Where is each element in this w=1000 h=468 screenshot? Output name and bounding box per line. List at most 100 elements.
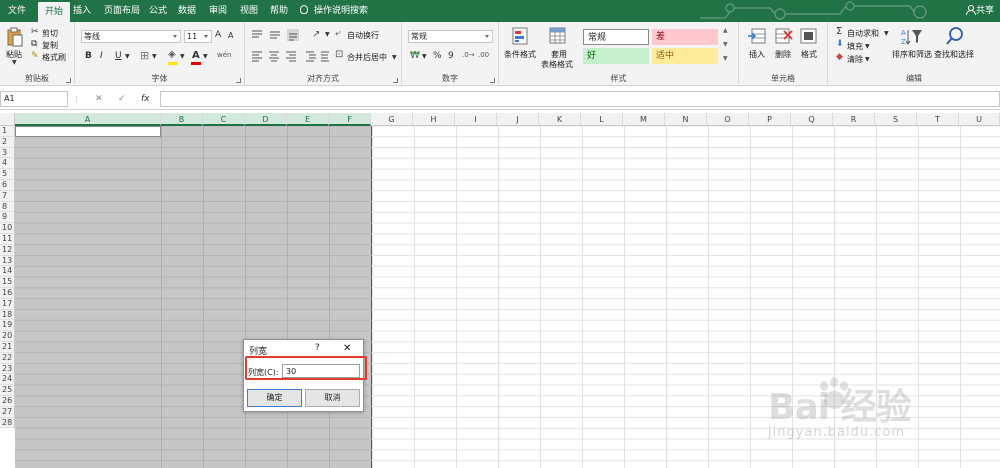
column-header-k[interactable]: K (539, 113, 581, 126)
column-header-n[interactable]: N (665, 113, 707, 126)
tab-review[interactable]: 审阅 (209, 0, 227, 22)
help-icon[interactable]: ? (315, 343, 320, 353)
cancel-entry-button[interactable]: ✕ (95, 91, 103, 107)
tell-me-search[interactable]: 操作说明搜索 (300, 0, 368, 22)
font-launcher-icon[interactable] (236, 78, 241, 83)
row-header-13[interactable]: 13 (0, 255, 15, 267)
style-bad[interactable]: 差 (652, 29, 718, 45)
row-header-24[interactable]: 24 (0, 374, 15, 386)
select-all-corner[interactable] (0, 113, 15, 126)
cancel-button[interactable]: 取消 (305, 389, 360, 407)
row-header-15[interactable]: 15 (0, 277, 15, 288)
row-header-17[interactable]: 17 (0, 298, 15, 310)
orientation-dropdown-icon[interactable]: ▼ (325, 31, 330, 38)
clipboard-launcher-icon[interactable] (66, 78, 71, 83)
row-header-3[interactable]: 3 (0, 147, 15, 159)
autosum-button[interactable]: 自动求和 (847, 28, 879, 39)
fill-button[interactable]: 填充 (847, 41, 863, 52)
format-as-table-line2[interactable]: 表格格式 (541, 59, 573, 70)
tab-page-layout[interactable]: 页面布局 (104, 0, 140, 22)
column-header-d[interactable]: D (245, 113, 287, 126)
tab-view[interactable]: 视图 (240, 0, 258, 22)
column-header-s[interactable]: S (875, 113, 917, 126)
insert-cells-button[interactable]: 插入 (749, 49, 765, 60)
percent-button[interactable]: % (433, 51, 442, 61)
column-header-b[interactable]: B (161, 113, 203, 126)
row-header-2[interactable]: 2 (0, 136, 15, 148)
copy-button[interactable]: 复制 (42, 40, 58, 51)
row-header-9[interactable]: 9 (0, 212, 15, 224)
style-normal[interactable]: 常规 (583, 29, 649, 45)
enter-entry-button[interactable]: ✓ (118, 91, 126, 107)
underline-dropdown-icon[interactable]: ▼ (125, 53, 130, 60)
column-header-h[interactable]: H (413, 113, 455, 126)
cut-button[interactable]: 剪切 (42, 28, 58, 39)
font-color-dropdown-icon[interactable]: ▼ (203, 53, 208, 60)
row-header-16[interactable]: 16 (0, 288, 15, 299)
find-select-button[interactable]: 查找和选择 (934, 49, 974, 60)
accounting-dropdown-icon[interactable]: ▼ (422, 53, 427, 60)
row-header-1[interactable]: 1 (0, 126, 15, 137)
column-header-a[interactable]: A (15, 113, 161, 126)
number-launcher-icon[interactable] (490, 78, 495, 83)
style-neutral[interactable]: 适中 (652, 48, 718, 64)
row-header-12[interactable]: 12 (0, 244, 15, 256)
style-good[interactable]: 好 (583, 48, 649, 64)
row-header-26[interactable]: 26 (0, 396, 15, 407)
row-header-23[interactable]: 23 (0, 363, 15, 375)
fill-dropdown-icon[interactable]: ▼ (865, 43, 870, 50)
clear-dropdown-icon[interactable]: ▼ (865, 56, 870, 63)
column-header-j[interactable]: J (497, 113, 539, 126)
row-header-28[interactable]: 28 (0, 417, 15, 429)
row-header-10[interactable]: 10 (0, 223, 15, 234)
column-header-f[interactable]: F (329, 113, 371, 126)
font-size-select[interactable]: 11 (184, 30, 212, 43)
column-header-r[interactable]: R (833, 113, 875, 126)
row-header-19[interactable]: 19 (0, 320, 15, 332)
phonetic-guide-icon[interactable]: wén (217, 51, 231, 59)
alignment-launcher-icon[interactable] (393, 78, 398, 83)
bold-button[interactable]: B (85, 51, 92, 61)
horizontal-align-icons[interactable] (251, 50, 331, 62)
column-header-t[interactable]: T (917, 113, 959, 126)
row-header-6[interactable]: 6 (0, 180, 15, 191)
column-header-e[interactable]: E (287, 113, 329, 126)
fill-color-icon[interactable]: ◈ (168, 49, 176, 60)
column-header-p[interactable]: P (749, 113, 791, 126)
row-header-18[interactable]: 18 (0, 309, 15, 321)
borders-dropdown-icon[interactable]: ▼ (152, 53, 157, 60)
sort-filter-button[interactable]: 排序和筛选 (892, 49, 932, 60)
row-header-4[interactable]: 4 (0, 158, 15, 170)
row-header-14[interactable]: 14 (0, 266, 15, 278)
italic-button[interactable]: I (100, 51, 103, 61)
row-header-21[interactable]: 21 (0, 342, 15, 353)
tab-formulas[interactable]: 公式 (149, 0, 167, 22)
format-cells-button[interactable]: 格式 (801, 49, 817, 60)
column-header-q[interactable]: Q (791, 113, 833, 126)
name-box[interactable]: A1 (0, 91, 68, 107)
row-header-8[interactable]: 8 (0, 201, 15, 213)
formula-input[interactable] (160, 91, 1000, 107)
column-header-l[interactable]: L (581, 113, 623, 126)
accounting-format-icon[interactable]: ₩ (410, 50, 420, 61)
paste-dropdown-icon[interactable]: ▼ (12, 59, 17, 66)
fill-color-dropdown-icon[interactable]: ▼ (180, 53, 185, 60)
row-header-27[interactable]: 27 (0, 406, 15, 418)
row-header-20[interactable]: 20 (0, 331, 15, 342)
tab-home[interactable]: 开始 (38, 2, 71, 22)
share-button[interactable]: 共享 (965, 0, 994, 22)
tab-help[interactable]: 帮助 (270, 0, 288, 22)
row-header-7[interactable]: 7 (0, 190, 15, 202)
column-header-c[interactable]: C (203, 113, 245, 126)
grow-font-icon[interactable]: A (215, 30, 221, 40)
tab-file[interactable]: 文件 (8, 0, 26, 22)
decrease-decimal-icon[interactable]: .00 (478, 51, 489, 59)
vertical-align-icons[interactable] (251, 29, 309, 41)
tab-insert[interactable]: 插入 (73, 0, 91, 22)
autosum-dropdown-icon[interactable]: ▼ (884, 30, 889, 37)
ok-button[interactable]: 确定 (247, 389, 302, 407)
column-width-input[interactable] (282, 364, 360, 378)
column-header-i[interactable]: I (455, 113, 497, 126)
increase-decimal-icon[interactable]: .0→ (462, 51, 475, 59)
row-header-11[interactable]: 11 (0, 234, 15, 245)
